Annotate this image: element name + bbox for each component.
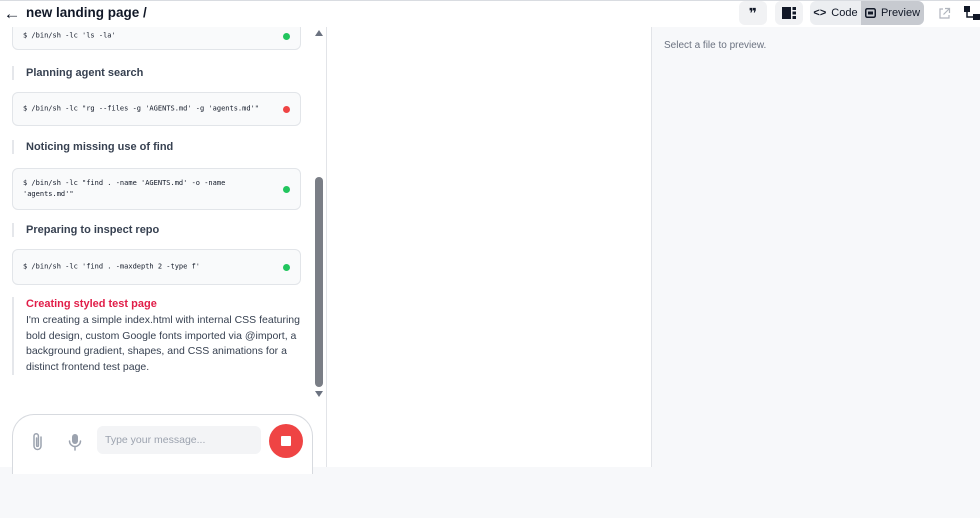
- step-heading: Planning agent search: [12, 66, 143, 80]
- preview-panel: Select a file to preview.: [652, 27, 980, 467]
- chat-transcript[interactable]: $ /bin/sh -lc 'ls -la' Planning agent se…: [0, 27, 312, 401]
- view-mode-switch: <> Code Preview: [810, 1, 924, 25]
- share-nodes-icon: [964, 6, 980, 20]
- attach-button[interactable]: [29, 431, 47, 453]
- thinking-body: I'm creating a simple index.html with in…: [26, 314, 300, 373]
- command-block: $ /bin/sh -lc "find . -name 'AGENTS.md' …: [12, 168, 301, 210]
- top-toolbar: ← new landing page / ❞ <> Code Preview: [0, 0, 980, 27]
- preview-view-tab[interactable]: Preview: [861, 1, 924, 25]
- thinking-block: Creating styled test page I'm creating a…: [12, 297, 304, 375]
- step-heading: Preparing to inspect repo: [12, 223, 159, 237]
- paperclip-icon: [33, 433, 42, 451]
- command-text: $ /bin/sh -lc 'find . -maxdepth 2 -type …: [23, 262, 201, 271]
- scroll-up-arrow-icon[interactable]: [315, 30, 323, 36]
- status-success-dot: [283, 263, 290, 271]
- scrollbar-thumb[interactable]: [315, 177, 323, 387]
- preview-window-icon: [864, 8, 876, 18]
- status-success-dot: [283, 32, 290, 40]
- command-text: $ /bin/sh -lc 'ls -la': [23, 31, 116, 40]
- status-success-dot: [283, 185, 290, 193]
- page-title: new landing page /: [26, 5, 147, 20]
- back-arrow-icon[interactable]: ←: [3, 4, 21, 22]
- app-window: ← new landing page / ❞ <> Code Preview $…: [0, 0, 980, 518]
- preview-empty-message: Select a file to preview.: [664, 40, 767, 51]
- scroll-down-arrow-icon[interactable]: [315, 391, 323, 397]
- external-link-icon: [938, 7, 950, 19]
- command-block: $ /bin/sh -lc 'find . -maxdepth 2 -type …: [12, 249, 301, 285]
- step-heading: Noticing missing use of find: [12, 140, 173, 154]
- thinking-title: Creating styled test page: [26, 298, 157, 310]
- microphone-icon: [68, 434, 82, 451]
- open-external-button[interactable]: [934, 1, 954, 25]
- chat-panel: $ /bin/sh -lc 'ls -la' Planning agent se…: [0, 27, 326, 474]
- message-input[interactable]: [97, 426, 261, 454]
- editor-panel: [326, 27, 652, 467]
- code-view-tab[interactable]: <> Code: [810, 1, 861, 25]
- command-block: $ /bin/sh -lc 'ls -la': [12, 27, 301, 50]
- command-text: $ /bin/sh -lc "rg --files -g 'AGENTS.md'…: [23, 104, 260, 113]
- preview-tab-label: Preview: [880, 7, 921, 19]
- command-block: $ /bin/sh -lc "rg --files -g 'AGENTS.md'…: [12, 92, 301, 126]
- code-brackets-icon: <>: [813, 7, 827, 19]
- quote-icon: ❞: [748, 4, 758, 21]
- status-error-dot: [283, 105, 290, 113]
- layout-toggle-button[interactable]: [775, 1, 803, 25]
- share-button[interactable]: [963, 1, 980, 25]
- code-tab-label: Code: [831, 7, 858, 19]
- stop-generation-button[interactable]: [269, 424, 303, 458]
- layout-panels-icon: [782, 7, 796, 19]
- message-composer: [12, 414, 313, 474]
- chat-scrollbar[interactable]: [313, 27, 325, 401]
- quote-button[interactable]: ❞: [739, 1, 767, 25]
- voice-input-button[interactable]: [67, 431, 83, 453]
- command-text: $ /bin/sh -lc "find . -name 'AGENTS.md' …: [23, 179, 226, 198]
